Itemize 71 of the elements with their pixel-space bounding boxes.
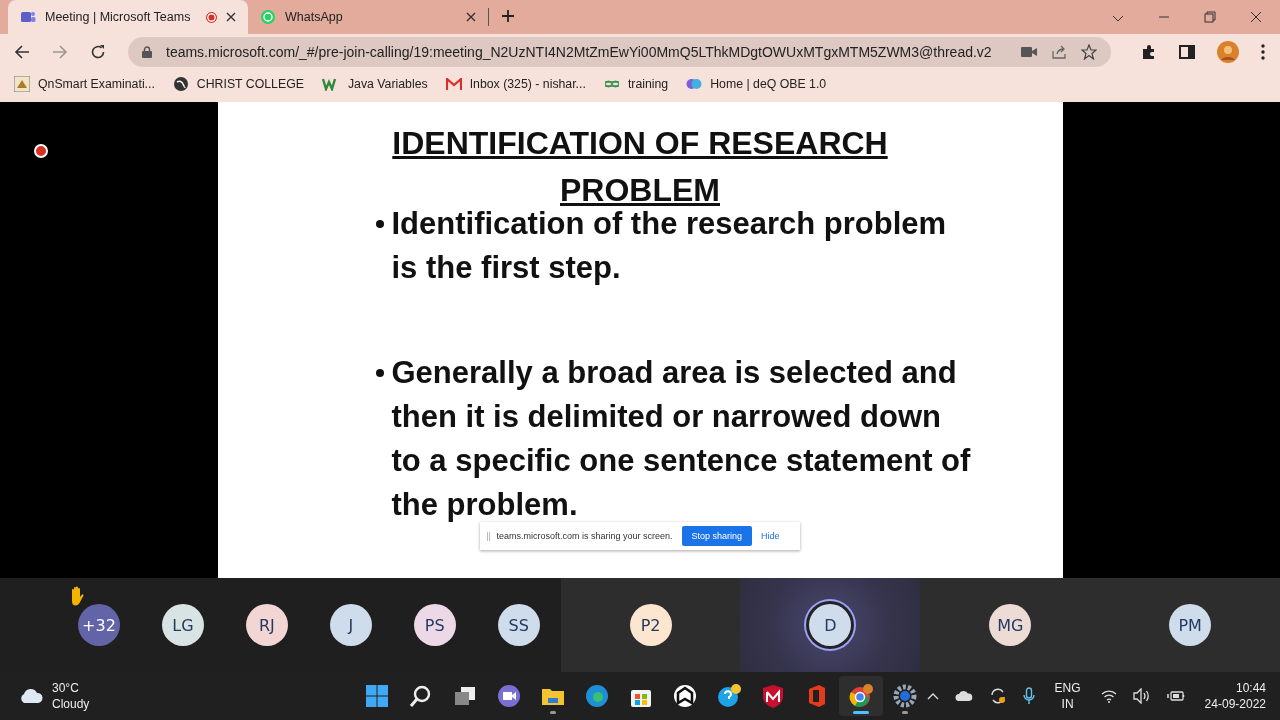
- stop-sharing-button[interactable]: Stop sharing: [681, 526, 753, 546]
- participant-tile[interactable]: MG: [920, 578, 1101, 672]
- puzzle-icon[interactable]: [1141, 44, 1157, 60]
- wifi-icon[interactable]: [1100, 689, 1117, 703]
- bullet-icon: [375, 220, 384, 228]
- taskbar-chrome-icon[interactable]: [838, 676, 883, 716]
- address-bar[interactable]: teams.microsoft.com/_#/pre-join-calling/19:meeting_N2UzNTI4N2MtZmEwYi00MmQ5LThkMDgtOWUxMTgxMTM5ZWM3@thread.v2: [128, 37, 1111, 67]
- temperature: 30°C: [52, 680, 80, 696]
- browser-tab[interactable]: WhatsApp: [248, 0, 488, 34]
- bookmark[interactable]: training: [603, 77, 669, 91]
- back-icon[interactable]: [14, 44, 30, 60]
- participant-avatar[interactable]: RJ: [245, 604, 288, 646]
- participant-tile[interactable]: P2: [560, 578, 741, 672]
- menu-icon[interactable]: [1261, 44, 1265, 60]
- tab-title: WhatsApp: [285, 10, 344, 24]
- drag-handle-icon[interactable]: [486, 531, 490, 541]
- close-icon[interactable]: [466, 12, 476, 22]
- bookmark[interactable]: CHRIST COLLEGE: [172, 76, 304, 92]
- restore-icon[interactable]: [1204, 11, 1216, 23]
- battery-charging-icon[interactable]: [1166, 689, 1185, 703]
- side-panel-icon[interactable]: [1179, 44, 1195, 60]
- bookmark[interactable]: QnSmart Examinati...: [14, 76, 155, 92]
- language-indicator[interactable]: ENG IN: [1054, 680, 1081, 712]
- weather-widget[interactable]: 30°C Cloudy: [0, 680, 355, 712]
- participant-avatar[interactable]: LG: [161, 604, 204, 646]
- participant-avatar[interactable]: PS: [413, 604, 456, 646]
- participant-avatar[interactable]: J: [329, 604, 372, 646]
- teams-icon: [20, 9, 36, 25]
- participant-avatar[interactable]: MG: [989, 604, 1032, 646]
- bullet-icon: [375, 369, 384, 377]
- participant-avatar[interactable]: SS: [497, 604, 540, 646]
- close-icon[interactable]: [1250, 11, 1262, 23]
- star-icon[interactable]: [1081, 44, 1097, 60]
- reload-icon[interactable]: [90, 44, 106, 60]
- participant-tile[interactable]: PM: [1100, 578, 1280, 672]
- link-icon: [603, 79, 620, 89]
- participant-tile[interactable]: D: [740, 578, 921, 672]
- participant-avatar[interactable]: +32: [77, 604, 120, 646]
- cloud-icon: [18, 688, 44, 704]
- chevron-up-icon[interactable]: [926, 692, 939, 700]
- recording-indicator-icon: [34, 144, 48, 158]
- sharing-message: teams.microsoft.com is sharing your screen.: [496, 531, 673, 541]
- participant-avatar[interactable]: PM: [1169, 604, 1212, 646]
- mail-icon: [445, 78, 462, 90]
- participant-avatar[interactable]: P2: [629, 604, 672, 646]
- hide-link[interactable]: Hide: [759, 531, 782, 541]
- chat-bubble-icon: [260, 9, 276, 25]
- new-tab-icon[interactable]: [501, 9, 515, 23]
- globe-icon: [172, 76, 189, 92]
- mountain-icon: [14, 76, 30, 92]
- share-icon[interactable]: [1051, 44, 1067, 60]
- lock-icon: [142, 46, 152, 58]
- close-icon[interactable]: [226, 12, 236, 22]
- chevron-down-icon[interactable]: [1112, 15, 1124, 23]
- bookmark[interactable]: Home | deQ OBE 1.0: [686, 77, 827, 91]
- bookmark[interactable]: Inbox (325) - nishar...: [445, 77, 586, 91]
- bookmark[interactable]: Java Variables: [321, 77, 428, 91]
- bullet-text: Generally a broad area is selected and then it is delimited or narrowed down to a specific one sentence statement of the problem.: [391, 354, 972, 524]
- browser-tab[interactable]: Meeting | Microsoft Teams: [8, 0, 248, 34]
- weather-condition: Cloudy: [52, 696, 90, 712]
- speaker-icon[interactable]: [1132, 688, 1151, 704]
- circles-icon: [686, 78, 703, 90]
- raised-hand-icon: [69, 586, 84, 606]
- sync-icon[interactable]: [988, 687, 1007, 705]
- clock[interactable]: 10:44 24-09-2022: [1204, 680, 1266, 712]
- url-text: teams.microsoft.com/_#/pre-join-calling/19:meeting_N2UzNTI4N2MtZmEwYi00MmQ5LThkMDgtOWUxMTgxMTM5ZWM3@thread.v2: [166, 44, 993, 60]
- avatar-icon[interactable]: [1217, 41, 1239, 63]
- tab-title: Meeting | Microsoft Teams: [45, 10, 192, 24]
- cloud-icon[interactable]: [954, 690, 973, 702]
- camera-icon[interactable]: [1021, 46, 1037, 58]
- microphone-icon[interactable]: [1022, 687, 1035, 705]
